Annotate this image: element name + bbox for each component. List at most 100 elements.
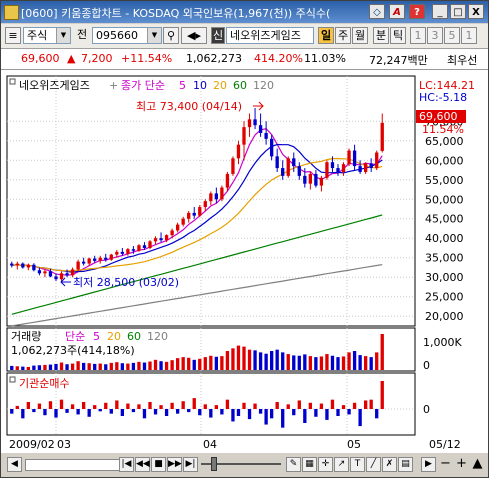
chart-canvas[interactable]: 70,00065,00060,00055,00050,00045,00040,0…: [1, 70, 488, 453]
last-page-icon[interactable]: ▶|: [183, 457, 198, 472]
first-page-icon[interactable]: |◀: [119, 457, 134, 472]
rewind-icon[interactable]: ◀◀: [135, 457, 150, 472]
scroll-left-icon[interactable]: ◀: [7, 457, 22, 472]
inst-bar: [120, 409, 125, 416]
volume-bar: [258, 352, 263, 370]
candle-body: [319, 177, 324, 186]
inst-bar: [93, 405, 97, 409]
period-week-button[interactable]: 주: [335, 27, 351, 44]
inst-bar: [352, 402, 357, 409]
volume-bar: [109, 362, 113, 370]
volume-bar: [142, 362, 147, 370]
period-minute-button[interactable]: 분: [373, 27, 389, 44]
volume-bar: [159, 361, 163, 370]
candle-body: [281, 168, 285, 176]
candle-body: [70, 269, 75, 276]
candle-body: [15, 263, 19, 266]
inst-bar: [37, 403, 42, 409]
candle-body: [187, 212, 191, 219]
volume-bar: [148, 361, 152, 370]
pin-button[interactable]: ◇: [369, 4, 385, 19]
volume-bar: [54, 363, 58, 370]
period-month-button[interactable]: 월: [352, 27, 368, 44]
tool-line-icon[interactable]: ╱: [366, 457, 381, 472]
minute-1-button[interactable]: 1: [410, 27, 426, 44]
volume-bar: [269, 351, 274, 370]
candle-body: [32, 264, 36, 271]
candle-body: [131, 249, 136, 251]
tool-erase-icon[interactable]: ✗: [382, 457, 397, 472]
chart-area[interactable]: 70,00065,00060,00055,00050,00045,00040,0…: [1, 70, 488, 453]
minute-5-button[interactable]: 5: [444, 27, 460, 44]
minute-3-button[interactable]: 3: [427, 27, 443, 44]
inst-bar: [104, 402, 108, 409]
candle-body: [26, 264, 31, 268]
volume-bar: [115, 362, 119, 370]
tool-grid-icon[interactable]: ▦: [302, 457, 317, 472]
volume-bar: [65, 364, 69, 370]
zoom-slider-handle[interactable]: [211, 457, 217, 471]
candle-body: [43, 271, 47, 274]
inst-bar: [10, 409, 14, 414]
volume-bar: [220, 356, 224, 370]
volume-bar: [126, 363, 130, 370]
zoom-out-icon[interactable]: −: [438, 457, 453, 472]
chevron-down-icon[interactable]: ▼: [147, 28, 161, 43]
inst-bar: [54, 409, 58, 418]
scroll-right-icon[interactable]: ▶: [421, 457, 436, 472]
minimize-button[interactable]: _: [432, 4, 448, 19]
close-button[interactable]: X: [468, 4, 484, 19]
maximize-button[interactable]: □: [450, 4, 466, 19]
scrollbar-track[interactable]: [25, 459, 121, 471]
volume-bar: [164, 361, 169, 370]
volume-bar: [358, 355, 362, 370]
price-axis-label: 35,000: [425, 252, 464, 265]
volume-bar: [87, 363, 91, 370]
stock-code-input[interactable]: 095660 ▼: [92, 27, 162, 44]
zoom-full-icon[interactable]: ▲: [470, 457, 485, 472]
inst-bar: [225, 399, 230, 409]
turnover-rate: 11.03%: [304, 52, 346, 65]
candle-body: [170, 230, 174, 236]
volume-bar: [181, 357, 185, 370]
legend-ma-20: 20: [213, 79, 227, 92]
tool-chart-icon[interactable]: ▤: [398, 457, 413, 472]
x-tick-03: 03: [57, 438, 71, 451]
zoom-in-icon[interactable]: +: [454, 457, 469, 472]
help-button[interactable]: ?: [409, 4, 425, 19]
inst-bar: [59, 399, 64, 409]
tool-cross-icon[interactable]: ✛: [318, 457, 333, 472]
inst-bar: [347, 409, 351, 415]
tool-text-icon[interactable]: T: [350, 457, 365, 472]
tool-cursor-icon[interactable]: ↗: [334, 457, 349, 472]
play-icon[interactable]: ▶▶: [167, 457, 182, 472]
price-tag-value: 69,600: [419, 110, 458, 123]
market-type-select[interactable]: 주식 ▼: [23, 27, 71, 44]
stop-icon[interactable]: ■: [151, 457, 166, 472]
period-day-button[interactable]: 일: [318, 27, 334, 44]
title-bar: [0600] 키움종합차트 - KOSDAQ 외국인보유(1,967(천)) 주…: [1, 1, 488, 23]
font-button[interactable]: A: [389, 4, 405, 19]
legend-ma-120: 120: [253, 79, 274, 92]
period-tick-button[interactable]: 틱: [390, 27, 406, 44]
minute-10-button[interactable]: 1: [461, 27, 477, 44]
candle-body: [159, 238, 163, 241]
chevron-down-icon[interactable]: ▼: [56, 28, 70, 43]
candle-body: [369, 163, 373, 169]
sound-icon[interactable]: ◀▸: [181, 27, 207, 44]
candle-body: [115, 251, 119, 255]
inst-bar: [153, 409, 158, 415]
inst-bar: [264, 409, 268, 425]
candle-body: [225, 173, 230, 188]
x-tick-05-12: 05/12: [429, 438, 461, 451]
search-icon[interactable]: ⚲: [163, 27, 179, 44]
volume-bar: [120, 363, 125, 370]
stock-name-field[interactable]: 네오위즈게임즈: [226, 27, 314, 44]
candle-body: [175, 224, 180, 231]
toolbar: ≡ 주식 ▼ 전 095660 ▼ ⚲ ◀▸ 신 네오위즈게임즈 일 주 월 분…: [1, 24, 488, 49]
volume-bar: [98, 363, 102, 370]
volume-bar: [242, 346, 246, 370]
menu-icon[interactable]: ≡: [5, 27, 21, 44]
tool-pen-icon[interactable]: ✎: [286, 457, 301, 472]
volume-bar: [286, 354, 290, 370]
